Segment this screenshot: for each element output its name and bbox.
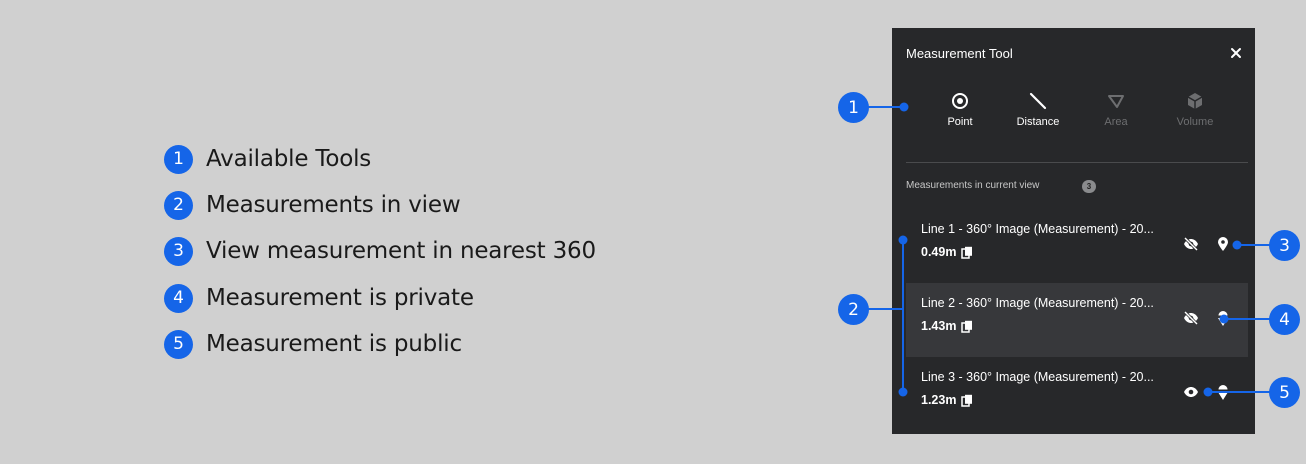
callout-badge: 2: [838, 294, 869, 325]
callout-badge: 5: [1269, 377, 1300, 408]
callout-connectors: [868, 102, 1270, 397]
callout-badge: 3: [1269, 230, 1300, 261]
callout-badge: 4: [1269, 304, 1300, 335]
callout-badge: 1: [838, 92, 869, 123]
